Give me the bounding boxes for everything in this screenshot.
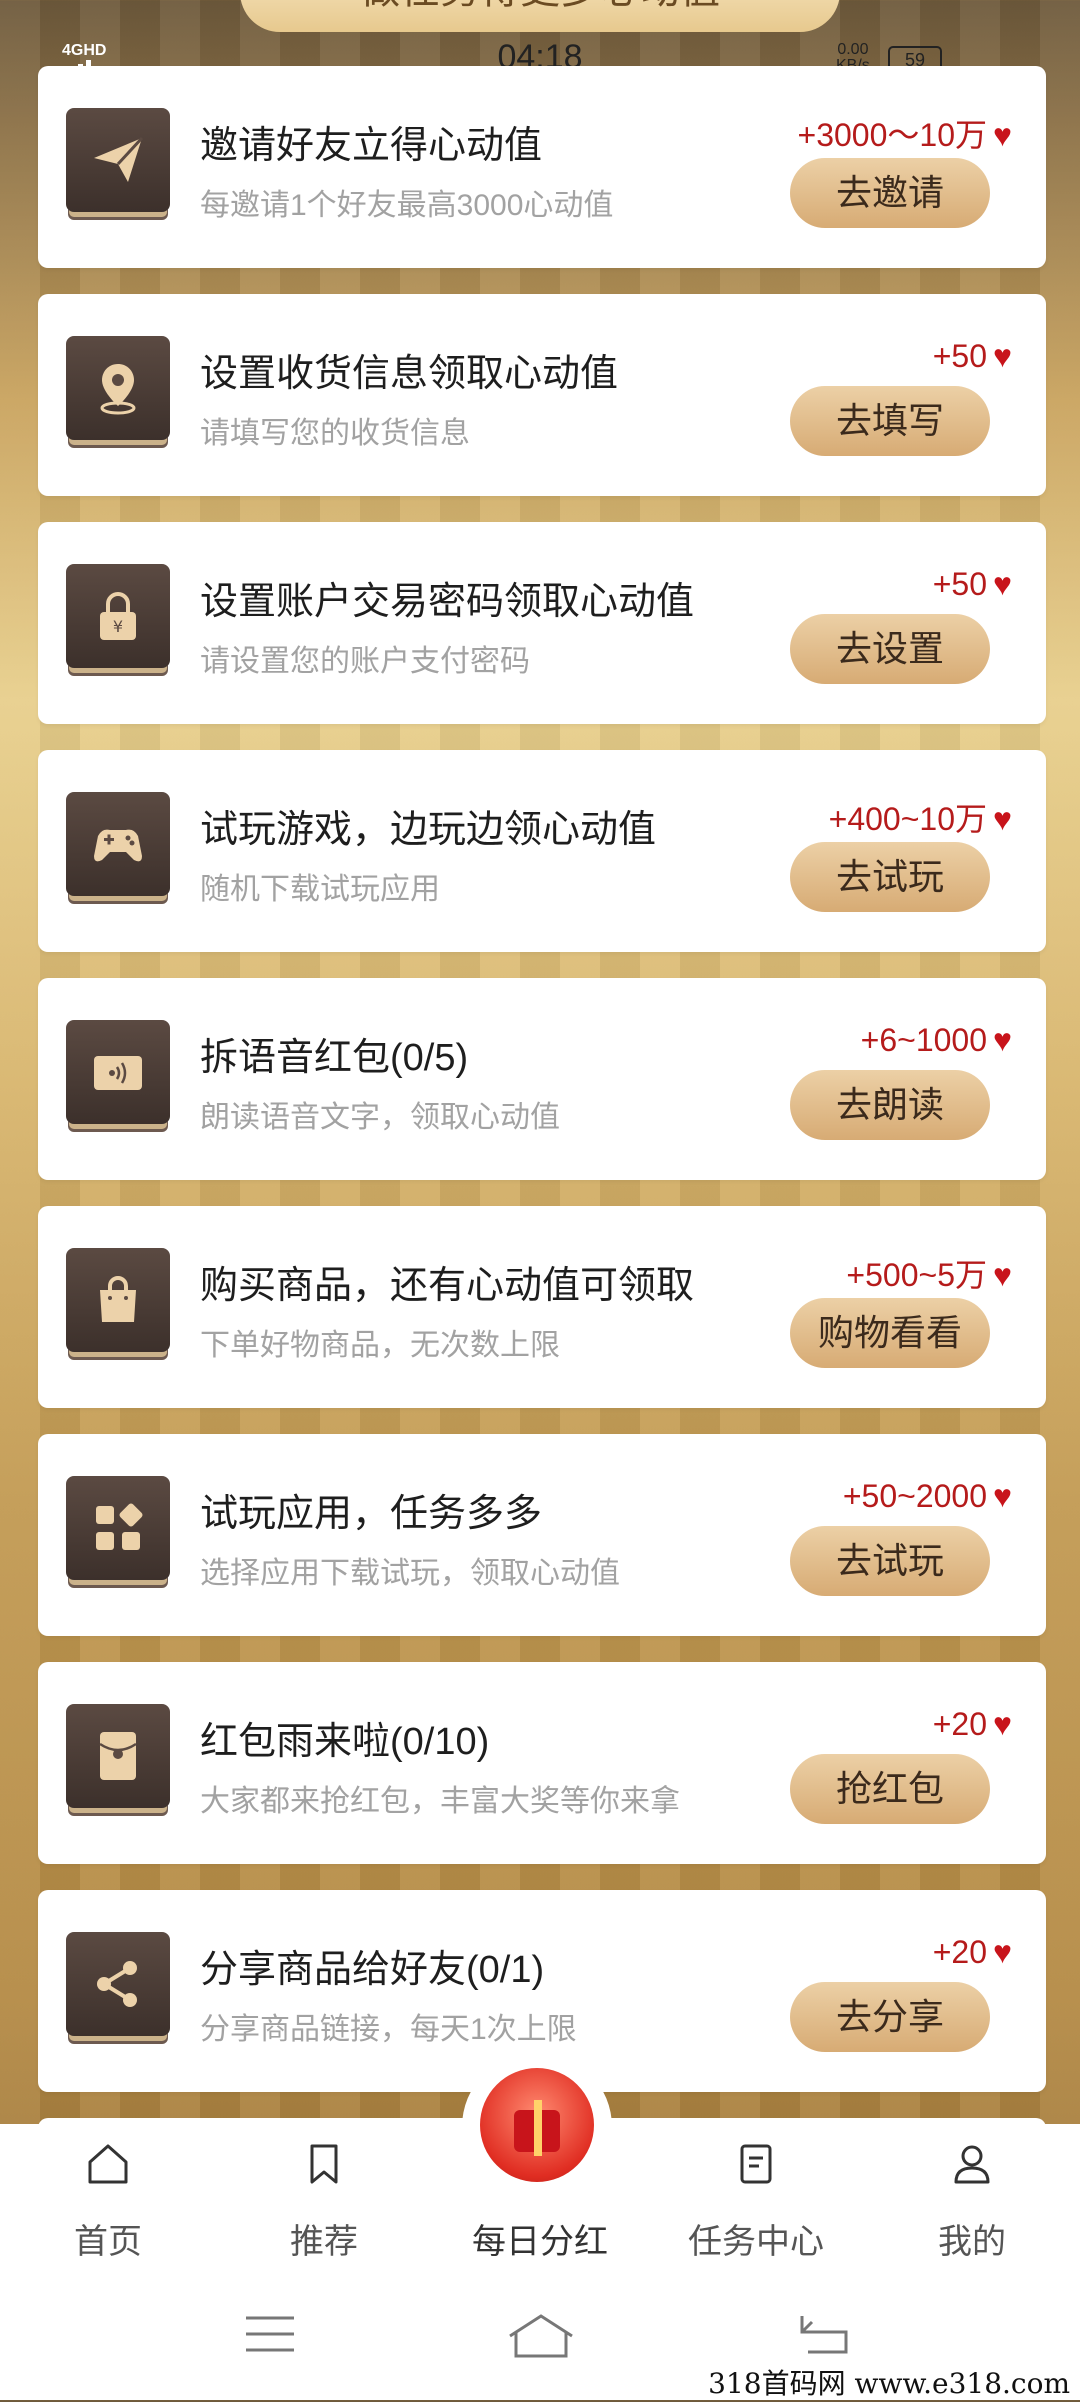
banner-text: 做任务得更多心动值	[360, 0, 720, 12]
gamepad-icon	[66, 792, 170, 896]
task-title: 邀请好友立得心动值	[200, 125, 543, 167]
task-title: 试玩应用，任务多多	[200, 1493, 543, 1535]
task-desc: 大家都来抢红包，丰富大奖等你来拿	[200, 1785, 680, 1818]
tab-label: 推荐	[290, 2223, 358, 2261]
task-list-icon	[740, 2144, 772, 2184]
task-card-shopping[interactable]: 购买商品，还有心动值可领取 下单好物商品，无次数上限 +500~5万 ♥ 购物看看	[38, 1206, 1046, 1408]
svg-text:¥: ¥	[113, 617, 123, 636]
lock-icon: ¥	[66, 564, 170, 668]
location-pin-icon	[66, 336, 170, 440]
tab-label: 每日分红	[472, 2223, 608, 2261]
heart-icon: ♥	[993, 1706, 1012, 1742]
watermark: 318首码网 www.e318.com	[708, 2367, 1070, 2400]
home-icon	[88, 2144, 128, 2184]
tab-label: 我的	[938, 2223, 1006, 2261]
tab-task-center[interactable]: 任务中心	[648, 2124, 864, 2284]
reward-value: +50 ♥	[932, 566, 1012, 602]
reward-value: +20 ♥	[932, 1706, 1012, 1742]
reward-value: +500~5万 ♥	[846, 1257, 1012, 1293]
task-desc: 请设置您的账户支付密码	[200, 645, 530, 678]
reward-value: +20 ♥	[932, 1934, 1012, 1970]
reward-value: +3000～10万 ♥	[797, 117, 1012, 153]
read-aloud-button[interactable]: 去朗读	[790, 1070, 990, 1140]
task-desc: 每邀请1个好友最高3000心动值	[200, 189, 614, 222]
bookmark-icon	[310, 2144, 338, 2184]
task-title: 设置收货信息领取心动值	[200, 353, 619, 395]
task-title: 红包雨来啦(0/10)	[200, 1721, 490, 1763]
reward-value: +50 ♥	[932, 338, 1012, 374]
user-icon	[954, 2145, 990, 2184]
tab-label: 首页	[74, 2223, 142, 2261]
tab-mine[interactable]: 我的	[864, 2124, 1080, 2284]
task-card-apps[interactable]: 试玩应用，任务多多 选择应用下载试玩，领取心动值 +50~2000 ♥ 去试玩	[38, 1434, 1046, 1636]
try-game-button[interactable]: 去试玩	[790, 842, 990, 912]
red-envelope-icon	[66, 1704, 170, 1808]
tab-home[interactable]: 首页	[0, 2124, 216, 2284]
task-desc: 下单好物商品，无次数上限	[200, 1329, 560, 1362]
task-card-address[interactable]: 设置收货信息领取心动值 请填写您的收货信息 +50 ♥ 去填写	[38, 294, 1046, 496]
paper-plane-icon	[66, 108, 170, 212]
task-title: 分享商品给好友(0/1)	[200, 1949, 545, 1991]
reward-value: +50~2000 ♥	[842, 1478, 1012, 1514]
task-title: 购买商品，还有心动值可领取	[200, 1265, 695, 1307]
reward-value: +6~1000 ♥	[860, 1022, 1012, 1058]
heart-icon: ♥	[993, 566, 1012, 602]
back-icon[interactable]	[796, 2312, 852, 2356]
try-app-button[interactable]: 去试玩	[790, 1526, 990, 1596]
fill-in-button[interactable]: 去填写	[790, 386, 990, 456]
task-desc: 选择应用下载试玩，领取心动值	[200, 1557, 620, 1590]
set-button[interactable]: 去设置	[790, 614, 990, 684]
heart-icon: ♥	[993, 801, 1012, 837]
heart-icon: ♥	[993, 338, 1012, 374]
top-banner: 做任务得更多心动值	[240, 0, 840, 32]
task-title: 设置账户交易密码领取心动值	[200, 581, 695, 623]
task-card-red-envelope-rain[interactable]: 红包雨来啦(0/10) 大家都来抢红包，丰富大奖等你来拿 +20 ♥ 抢红包	[38, 1662, 1046, 1864]
task-desc: 朗读语音文字，领取心动值	[200, 1101, 560, 1134]
grab-envelope-button[interactable]: 抢红包	[790, 1754, 990, 1824]
shopping-bag-icon	[66, 1248, 170, 1352]
heart-icon: ♥	[993, 117, 1012, 153]
voice-envelope-icon	[66, 1020, 170, 1124]
shop-button[interactable]: 购物看看	[790, 1298, 990, 1368]
task-desc: 随机下载试玩应用	[200, 873, 440, 906]
gift-icon	[480, 2068, 594, 2182]
home-nav-icon[interactable]	[506, 2312, 576, 2360]
task-list: 邀请好友立得心动值 每邀请1个好友最高3000心动值 +3000～10万 ♥ 去邀…	[38, 66, 1046, 2118]
heart-icon: ♥	[993, 1478, 1012, 1514]
tab-recommend[interactable]: 推荐	[216, 2124, 432, 2284]
menu-icon[interactable]	[244, 2312, 296, 2356]
task-card-invite[interactable]: 邀请好友立得心动值 每邀请1个好友最高3000心动值 +3000～10万 ♥ 去邀…	[38, 66, 1046, 268]
task-desc: 请填写您的收货信息	[200, 417, 470, 450]
task-card-password[interactable]: ¥ 设置账户交易密码领取心动值 请设置您的账户支付密码 +50 ♥ 去设置	[38, 522, 1046, 724]
tab-label: 任务中心	[688, 2223, 824, 2261]
heart-icon: ♥	[993, 1934, 1012, 1970]
task-desc: 分享商品链接，每天1次上限	[200, 2013, 577, 2046]
apps-grid-icon	[66, 1476, 170, 1580]
invite-button[interactable]: 去邀请	[790, 158, 990, 228]
share-icon	[66, 1932, 170, 2036]
share-button[interactable]: 去分享	[790, 1982, 990, 2052]
task-title: 试玩游戏，边玩边领心动值	[200, 809, 657, 851]
heart-icon: ♥	[993, 1022, 1012, 1058]
task-card-voice[interactable]: 拆语音红包(0/5) 朗读语音文字，领取心动值 +6~1000 ♥ 去朗读	[38, 978, 1046, 1180]
daily-dividend-badge[interactable]	[462, 2052, 612, 2202]
heart-icon: ♥	[993, 1257, 1012, 1293]
reward-value: +400~10万 ♥	[828, 801, 1012, 837]
task-title: 拆语音红包(0/5)	[200, 1037, 469, 1079]
task-card-game[interactable]: 试玩游戏，边玩边领心动值 随机下载试玩应用 +400~10万 ♥ 去试玩	[38, 750, 1046, 952]
